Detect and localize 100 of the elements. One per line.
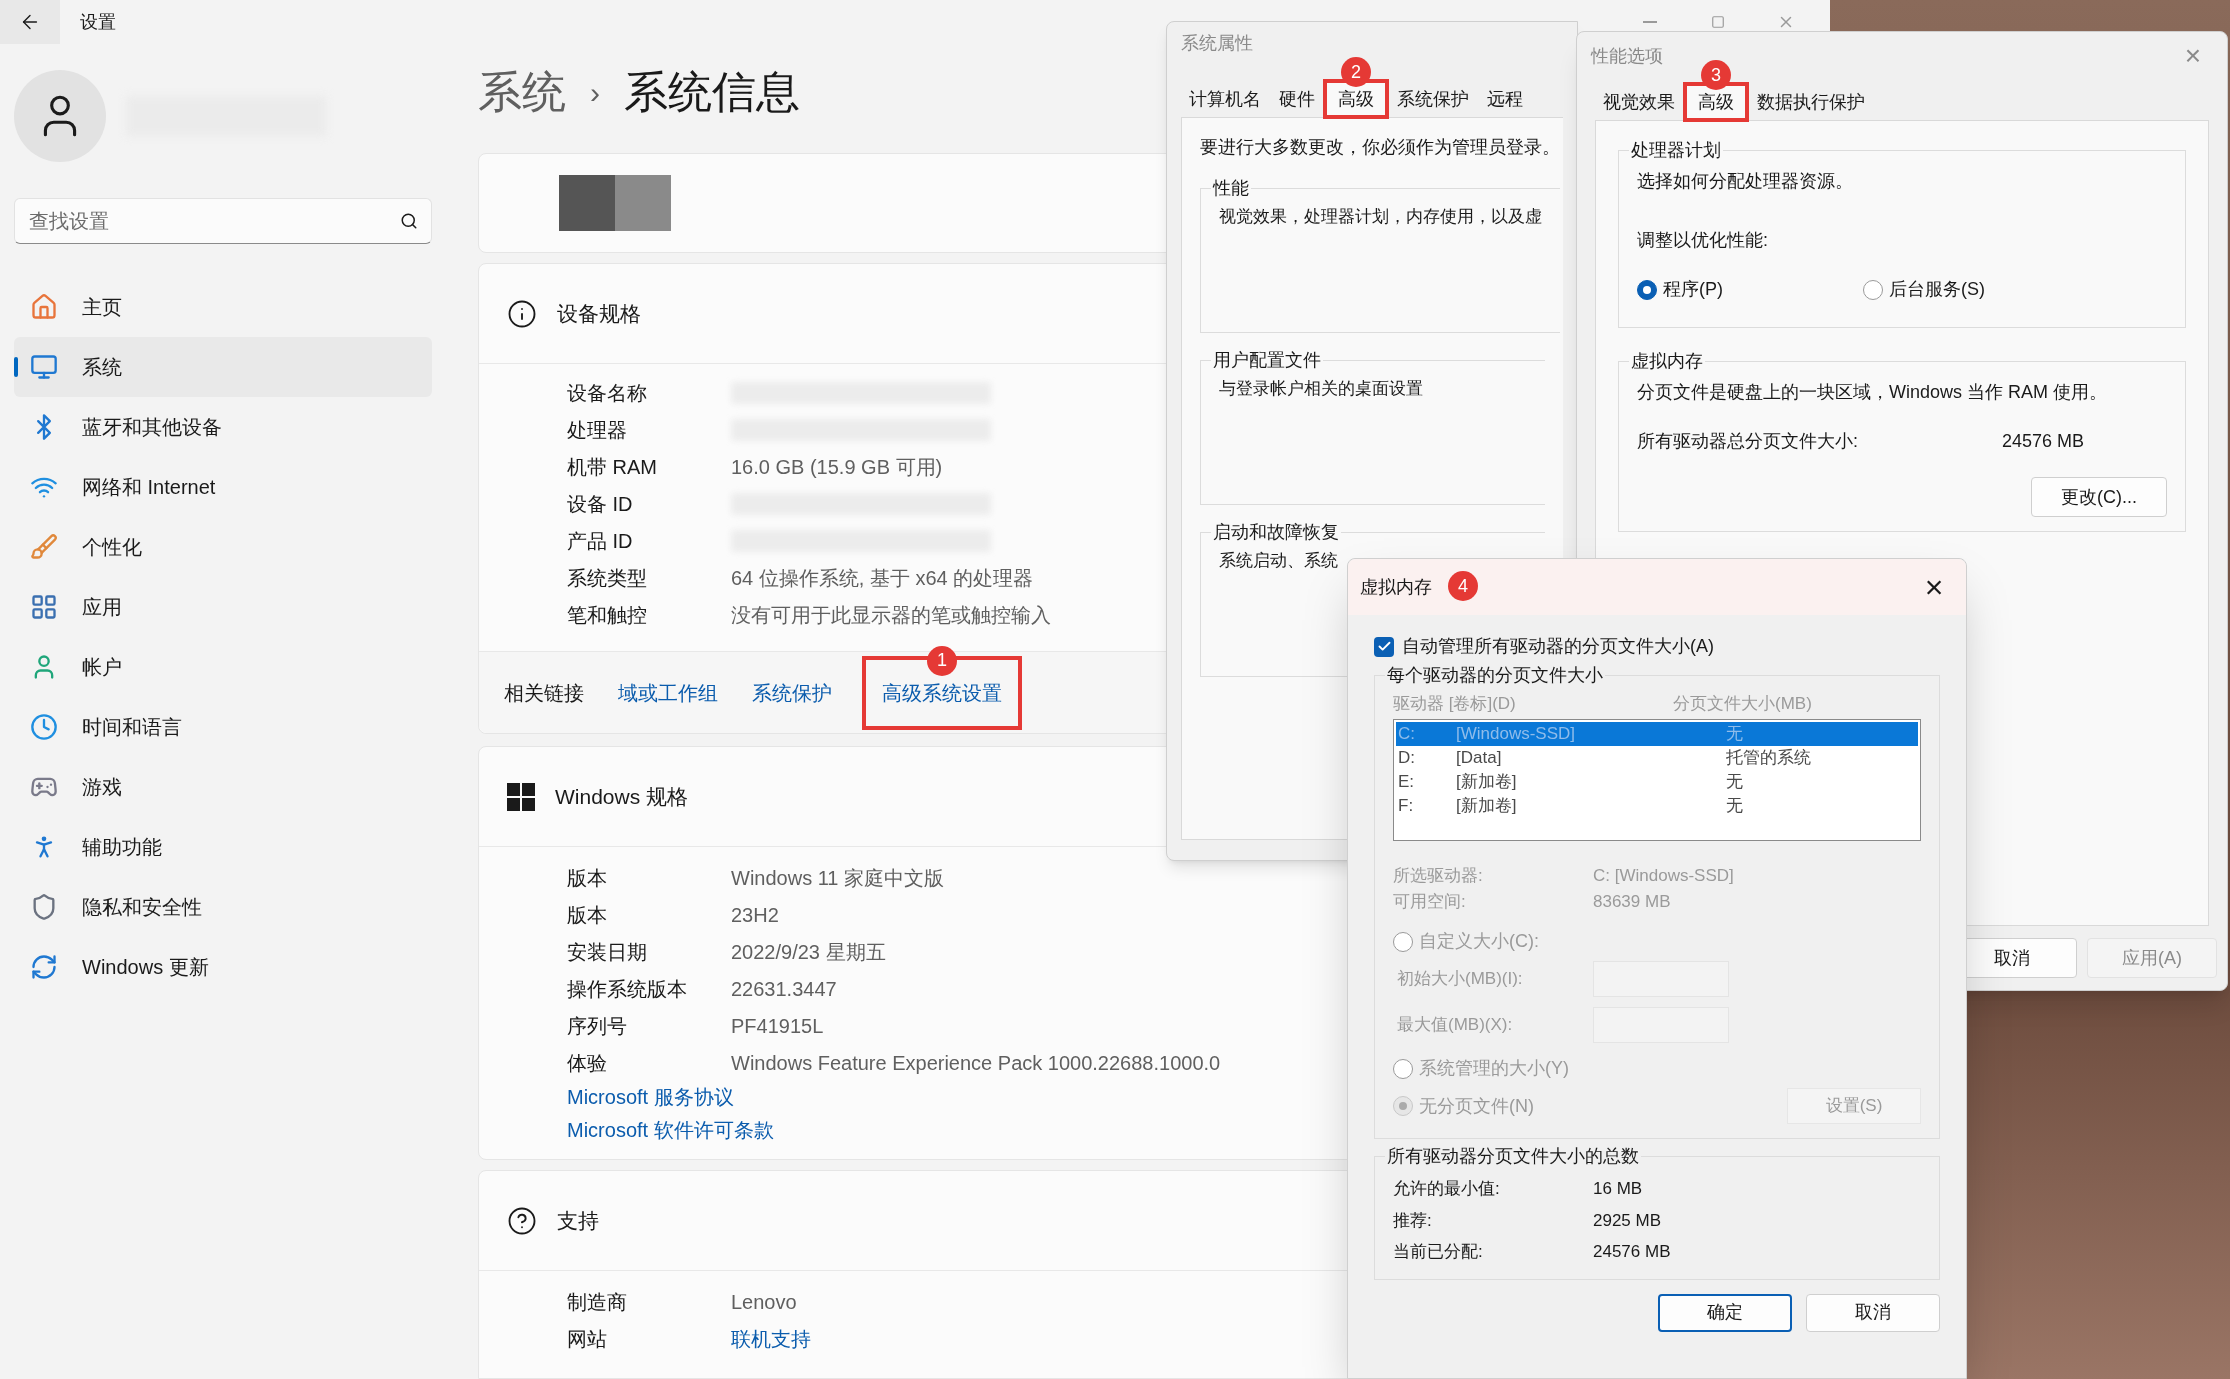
- related-link[interactable]: 系统保护: [752, 677, 832, 708]
- nav-item[interactable]: 网络和 Internet: [14, 457, 432, 517]
- total-label: 当前已分配:: [1393, 1241, 1484, 1263]
- number-badge: 4: [1448, 571, 1478, 601]
- spec-label: 操作系统版本: [567, 976, 688, 1002]
- change-button[interactable]: 更改(C)...: [2031, 477, 2167, 517]
- card-title: Windows 规格: [555, 783, 689, 810]
- check-icon: [1376, 639, 1392, 654]
- spec-value: 2022/9/23 星期五: [731, 939, 886, 965]
- back-button[interactable]: [0, 0, 60, 44]
- dialog-button[interactable]: 取消: [1806, 1293, 1940, 1332]
- spec-label: 处理器: [567, 417, 628, 443]
- group-title: 每个驱动器的分页文件大小: [1387, 665, 1603, 685]
- spec-value: 没有可用于此显示器的笔或触控输入: [731, 602, 1051, 628]
- dialog-button[interactable]: 确定: [1658, 1293, 1792, 1332]
- refresh-icon: [30, 953, 58, 981]
- drive-row[interactable]: D: [Data] 托管的系统: [1396, 746, 1918, 770]
- breadcrumb-parent[interactable]: 系统: [478, 59, 566, 125]
- spec-label: 序列号: [567, 1013, 628, 1039]
- apps-icon: [30, 593, 58, 621]
- spec-label: 系统类型: [567, 565, 648, 591]
- group-title: 所有驱动器分页文件大小的总数: [1387, 1146, 1639, 1166]
- total-value: 24576 MB: [1593, 1241, 1671, 1263]
- field-label: 所选驱动器:: [1393, 865, 1484, 887]
- radio-button[interactable]: [1393, 931, 1413, 952]
- related-link[interactable]: 域或工作组: [618, 677, 718, 708]
- spec-label: 设备 ID: [567, 491, 634, 517]
- tab[interactable]: 高级: [1325, 81, 1387, 117]
- spec-label: 体验: [567, 1050, 608, 1076]
- spec-value: Lenovo: [731, 1289, 797, 1315]
- radio-button[interactable]: [1393, 1058, 1413, 1079]
- checkbox-label: 自动管理所有驱动器的分页文件大小(A): [1402, 635, 1714, 658]
- spec-value: Windows Feature Experience Pack 1000.22688.1000.0: [731, 1050, 1221, 1076]
- nav-item[interactable]: 帐户: [14, 637, 432, 697]
- nav-item[interactable]: 时间和语言: [14, 697, 432, 757]
- field-label: 初始大小(MB)(I):: [1396, 968, 1524, 991]
- nav-item[interactable]: 游戏: [14, 757, 432, 817]
- field-label: 可用空间:: [1393, 890, 1467, 913]
- radio-button[interactable]: [1863, 279, 1883, 300]
- close-button[interactable]: ×: [1914, 567, 1954, 607]
- dialog-title: 系统属性: [1181, 32, 1254, 55]
- spec-label: 安装日期: [567, 939, 648, 965]
- group-text: 系统启动、系统: [1219, 550, 1339, 572]
- radio-label: 自定义大小(C):: [1419, 930, 1539, 953]
- license-link[interactable]: Microsoft 软件许可条款: [567, 1114, 774, 1147]
- maximize-icon: [1711, 15, 1725, 29]
- group-text: 分页文件是硬盘上的一块区域，Windows 当作 RAM 使用。: [1637, 381, 2109, 404]
- number-badge: 1: [927, 645, 957, 676]
- spec-value: 23H2: [731, 902, 779, 928]
- column-header: 驱动器 [卷标](D): [1393, 693, 1517, 716]
- field-label: 最大值(MB)(X):: [1396, 1014, 1514, 1037]
- total-value: 24576 MB: [2002, 430, 2085, 453]
- radio-button[interactable]: [1637, 279, 1657, 300]
- window-title: 设置: [80, 10, 116, 34]
- radio-label: 后台服务(S): [1889, 278, 1985, 301]
- selection-indicator: [14, 357, 18, 377]
- spec-label: 版本: [567, 902, 608, 928]
- search-field[interactable]: 查找设置: [14, 198, 432, 244]
- number-badge: 2: [1341, 57, 1371, 87]
- nav-item[interactable]: 主页: [14, 277, 432, 337]
- nav-item[interactable]: 系统: [14, 337, 432, 397]
- windows-logo-icon: [507, 782, 535, 811]
- nav-item[interactable]: 应用: [14, 577, 432, 637]
- group-text: 调整以优化性能:: [1637, 229, 1769, 252]
- nav-item[interactable]: Windows 更新: [14, 937, 432, 997]
- checkbox[interactable]: [1374, 636, 1394, 657]
- dialog-title: 性能选项: [1591, 44, 1663, 68]
- column-header: 分页文件大小(MB): [1673, 693, 1812, 716]
- related-links-label: 相关链接: [504, 680, 584, 706]
- spec-label: 制造商: [567, 1289, 628, 1315]
- nav-item[interactable]: 隐私和安全性: [14, 877, 432, 937]
- dialog-title: 虚拟内存: [1360, 575, 1432, 599]
- group-title: 启动和故障恢复: [1213, 522, 1339, 542]
- group-title: 虚拟内存: [1631, 351, 1703, 371]
- drive-row[interactable]: E: [新加卷] 无: [1396, 770, 1918, 794]
- tab[interactable]: 高级: [1685, 84, 1747, 120]
- nav-item[interactable]: 辅助功能: [14, 817, 432, 877]
- radio-label: 程序(P): [1663, 278, 1723, 301]
- group-text: 选择如何分配处理器资源。: [1637, 170, 1854, 193]
- number-badge: 3: [1701, 60, 1731, 90]
- radio-label: 无分页文件(N): [1419, 1094, 1534, 1118]
- card-title: 支持: [557, 1207, 599, 1234]
- spec-label: 设备名称: [567, 380, 648, 406]
- spec-label: 版本: [567, 865, 608, 891]
- brush-icon: [30, 533, 58, 561]
- clock-icon: [30, 713, 58, 741]
- nav-item[interactable]: 个性化: [14, 517, 432, 577]
- license-link[interactable]: Microsoft 服务协议: [567, 1081, 734, 1114]
- total-value: 16 MB: [1593, 1178, 1643, 1200]
- drive-list[interactable]: C: [Windows-SSD] 无 D: [Data] 托管的系统 E: [新加卷] 无 F: [新加卷] 无: [1393, 719, 1921, 841]
- total-label: 允许的最小值:: [1393, 1178, 1501, 1200]
- nav-item[interactable]: 蓝牙和其他设备: [14, 397, 432, 457]
- spec-value: Windows 11 家庭中文版: [731, 865, 944, 891]
- total-label: 推荐:: [1393, 1209, 1433, 1232]
- spec-value: 22631.3447: [731, 976, 837, 1002]
- drive-row[interactable]: F: [新加卷] 无: [1396, 794, 1918, 818]
- card-title: 设备规格: [557, 300, 641, 327]
- group-title: 性能: [1213, 178, 1249, 198]
- website-link[interactable]: 联机支持: [731, 1323, 811, 1354]
- group-text: 与登录帐户相关的桌面设置: [1219, 378, 1424, 400]
